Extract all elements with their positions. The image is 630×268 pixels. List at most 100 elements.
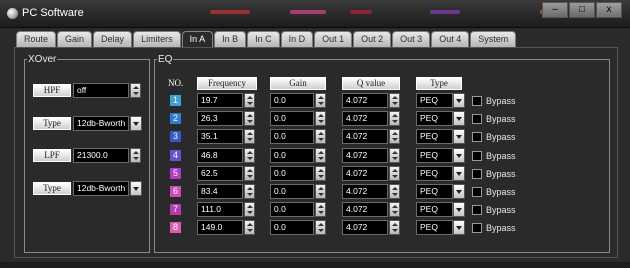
hpf-input[interactable]: off [73, 83, 129, 98]
band-6-q-input[interactable]: 4.072 [342, 184, 388, 199]
band-4-frequency-input[interactable]: 46.8 [197, 148, 243, 163]
tab-delay[interactable]: Delay [93, 31, 133, 47]
band-1-gain-spinner[interactable] [315, 93, 326, 108]
band-7-bypass-checkbox[interactable] [472, 205, 482, 215]
band-3-q-input[interactable]: 4.072 [342, 129, 388, 144]
band-7-frequency-input[interactable]: 111.0 [197, 202, 243, 217]
band-4-type-dropdown-icon[interactable] [453, 148, 465, 163]
band-3-q-spinner[interactable] [389, 129, 400, 144]
band-6-bypass-checkbox[interactable] [472, 187, 482, 197]
band-6-frequency-input[interactable]: 83.4 [197, 184, 243, 199]
band-5-type-dropdown-icon[interactable] [453, 166, 465, 181]
band-4-q-input[interactable]: 4.072 [342, 148, 388, 163]
band-7-type-select[interactable]: PEQ [416, 202, 453, 217]
band-number-6: 6 [170, 186, 181, 197]
band-8-gain-input[interactable]: 0.0 [270, 220, 314, 235]
tab-route[interactable]: Route [16, 31, 57, 47]
band-8-q-input[interactable]: 4.072 [342, 220, 388, 235]
band-3-gain-spinner[interactable] [315, 129, 326, 144]
tab-out-1[interactable]: Out 1 [314, 31, 353, 47]
band-6-q-spinner[interactable] [389, 184, 400, 199]
tab-gain[interactable]: Gain [57, 31, 93, 47]
tab-in-c[interactable]: In C [247, 31, 280, 47]
band-1-bypass-checkbox[interactable] [472, 96, 482, 106]
band-2-type-dropdown-icon[interactable] [453, 111, 465, 126]
band-6-gain-spinner[interactable] [315, 184, 326, 199]
band-4-gain-spinner[interactable] [315, 148, 326, 163]
band-5-gain-spinner[interactable] [315, 166, 326, 181]
lpf-type-select[interactable]: 12db-Bworth [73, 181, 129, 196]
band-3-frequency-input[interactable]: 35.1 [197, 129, 243, 144]
band-4-gain-input[interactable]: 0.0 [270, 148, 314, 163]
band-6-frequency-spinner[interactable] [244, 184, 255, 199]
band-4-bypass-checkbox[interactable] [472, 151, 482, 161]
band-5-bypass-checkbox[interactable] [472, 169, 482, 179]
tab-limiters[interactable]: Limiters [133, 31, 181, 47]
band-5-q-spinner[interactable] [389, 166, 400, 181]
band-3-frequency-spinner[interactable] [244, 129, 255, 144]
tab-out-4[interactable]: Out 4 [431, 31, 470, 47]
band-8-bypass-checkbox[interactable] [472, 223, 482, 233]
maximize-button[interactable]: □ [569, 2, 595, 18]
band-1-frequency-input[interactable]: 19.7 [197, 93, 243, 108]
hpf-type-select[interactable]: 12db-Bworth [73, 116, 129, 131]
band-8-frequency-input[interactable]: 149.0 [197, 220, 243, 235]
band-7-type-dropdown-icon[interactable] [453, 202, 465, 217]
band-7-frequency-spinner[interactable] [244, 202, 255, 217]
lpf-type-label: Type [33, 182, 71, 195]
band-1-gain-input[interactable]: 0.0 [270, 93, 314, 108]
band-4-frequency-spinner[interactable] [244, 148, 255, 163]
lpf-input[interactable]: 21300.0 [73, 148, 129, 163]
band-3-gain-input[interactable]: 0.0 [270, 129, 314, 144]
band-4-type-select[interactable]: PEQ [416, 148, 453, 163]
close-button[interactable]: x [596, 2, 622, 18]
band-2-q-spinner[interactable] [389, 111, 400, 126]
band-8-type-dropdown-icon[interactable] [453, 220, 465, 235]
tab-out-3[interactable]: Out 3 [392, 31, 431, 47]
band-3-bypass-checkbox[interactable] [472, 132, 482, 142]
band-7-gain-input[interactable]: 0.0 [270, 202, 314, 217]
band-2-gain-spinner[interactable] [315, 111, 326, 126]
band-5-gain-input[interactable]: 0.0 [270, 166, 314, 181]
band-4-q-spinner[interactable] [389, 148, 400, 163]
band-3-type-dropdown-icon[interactable] [453, 129, 465, 144]
band-1-q-input[interactable]: 4.072 [342, 93, 388, 108]
band-3-type-select[interactable]: PEQ [416, 129, 453, 144]
band-2-frequency-spinner[interactable] [244, 111, 255, 126]
tab-out-2[interactable]: Out 2 [353, 31, 392, 47]
band-3-bypass-label: Bypass [486, 132, 516, 142]
band-5-frequency-input[interactable]: 62.5 [197, 166, 243, 181]
title-bar[interactable]: PC Software – □ x [0, 0, 630, 28]
tab-in-d[interactable]: In D [280, 31, 314, 47]
band-2-bypass-checkbox[interactable] [472, 114, 482, 124]
band-6-type-select[interactable]: PEQ [416, 184, 453, 199]
band-1-type-select[interactable]: PEQ [416, 93, 453, 108]
band-2-frequency-input[interactable]: 26.3 [197, 111, 243, 126]
band-7-gain-spinner[interactable] [315, 202, 326, 217]
band-2-gain-input[interactable]: 0.0 [270, 111, 314, 126]
band-1-frequency-spinner[interactable] [244, 93, 255, 108]
band-7-q-spinner[interactable] [389, 202, 400, 217]
band-8-gain-spinner[interactable] [315, 220, 326, 235]
tab-in-b[interactable]: In B [214, 31, 247, 47]
tab-in-a[interactable]: In A [181, 31, 214, 47]
lpf-type-dropdown-icon[interactable] [130, 181, 142, 196]
lpf-spinner[interactable] [130, 148, 141, 163]
hpf-type-dropdown-icon[interactable] [130, 116, 142, 131]
band-8-frequency-spinner[interactable] [244, 220, 255, 235]
minimize-button[interactable]: – [542, 2, 568, 18]
band-2-type-select[interactable]: PEQ [416, 111, 453, 126]
band-6-type-dropdown-icon[interactable] [453, 184, 465, 199]
hpf-spinner[interactable] [130, 83, 141, 98]
band-8-q-spinner[interactable] [389, 220, 400, 235]
band-6-gain-input[interactable]: 0.0 [270, 184, 314, 199]
band-1-type-dropdown-icon[interactable] [453, 93, 465, 108]
band-5-q-input[interactable]: 4.072 [342, 166, 388, 181]
band-1-q-spinner[interactable] [389, 93, 400, 108]
tab-system[interactable]: System [470, 31, 517, 47]
band-5-frequency-spinner[interactable] [244, 166, 255, 181]
band-5-type-select[interactable]: PEQ [416, 166, 453, 181]
band-8-type-select[interactable]: PEQ [416, 220, 453, 235]
band-7-q-input[interactable]: 4.072 [342, 202, 388, 217]
band-2-q-input[interactable]: 4.072 [342, 111, 388, 126]
